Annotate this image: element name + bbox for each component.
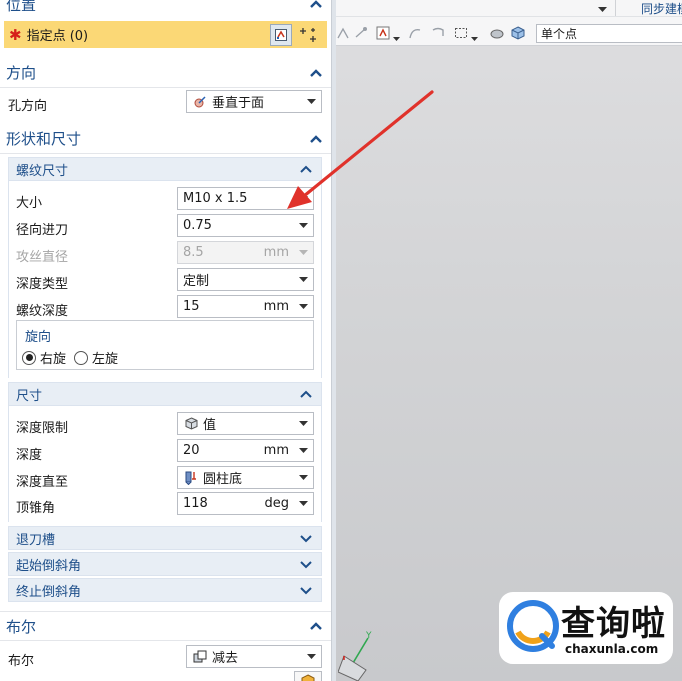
annotation-arrow-icon — [287, 90, 434, 209]
watermark-url: chaxunla.com — [565, 642, 659, 656]
magnifier-logo-icon — [507, 600, 559, 652]
watermark-logo: 查询啦 chaxunla.com — [499, 592, 673, 664]
watermark-name: 查询啦 — [561, 604, 666, 644]
